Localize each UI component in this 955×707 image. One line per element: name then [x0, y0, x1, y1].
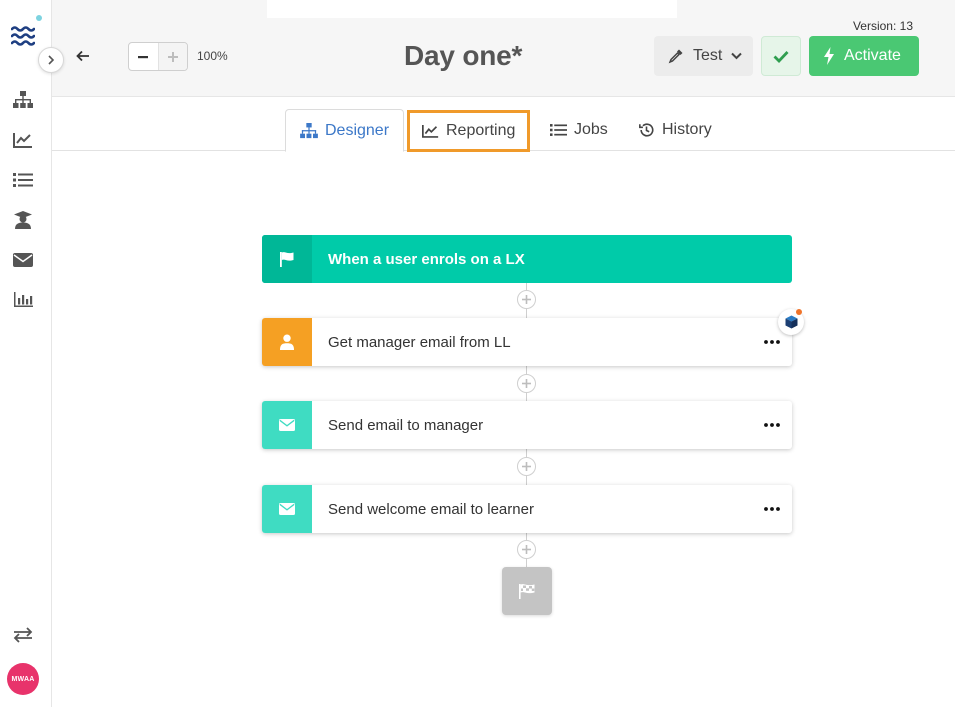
minus-icon: [138, 55, 149, 58]
envelope-icon: [13, 253, 33, 267]
eyedropper-icon: [668, 49, 683, 64]
graduate-icon: [14, 211, 32, 229]
tab-history[interactable]: History: [638, 109, 712, 151]
add-step-button[interactable]: [517, 290, 536, 309]
tab-designer[interactable]: Designer: [285, 109, 405, 152]
chart-line-icon: [13, 133, 32, 148]
step-node-icon-box: [262, 401, 312, 449]
plus-icon: [522, 295, 531, 304]
more-horizontal-icon: [764, 507, 780, 511]
chevron-right-icon: [48, 55, 55, 65]
arrow-left-icon: [76, 50, 89, 62]
more-horizontal-icon: [764, 340, 780, 344]
plus-icon: [522, 545, 531, 554]
badge-alert-dot: [796, 309, 802, 315]
end-node[interactable]: [502, 567, 552, 615]
envelope-icon: [279, 503, 295, 515]
step-node-label: Get manager email from LL: [328, 333, 511, 351]
activate-button[interactable]: Activate: [809, 36, 919, 76]
left-sidebar: MWAA: [0, 0, 64, 707]
step-node[interactable]: Send welcome email to learner: [262, 485, 792, 533]
avatar[interactable]: MWAA: [7, 663, 39, 695]
sitemap-icon: [300, 122, 318, 138]
header-bar: 100% Day one* Version: 13 Test Activate: [52, 0, 955, 97]
switch-button[interactable]: [12, 624, 34, 646]
test-button[interactable]: Test: [654, 36, 753, 76]
bolt-icon: [824, 47, 834, 65]
exchange-icon: [13, 627, 33, 643]
tab-history-label: History: [662, 121, 712, 138]
history-icon: [639, 123, 654, 137]
version-label: Version: 13: [852, 19, 913, 33]
checkered-flag-icon: [519, 584, 535, 599]
plus-icon: [522, 379, 531, 388]
zoom-in-button[interactable]: [157, 43, 187, 70]
add-step-button[interactable]: [517, 540, 536, 559]
tab-jobs[interactable]: Jobs: [550, 109, 608, 151]
tab-designer-label: Designer: [325, 121, 390, 139]
envelope-icon: [279, 419, 295, 431]
chevron-down-icon: [731, 52, 743, 60]
step-node-label: Send welcome email to learner: [328, 500, 534, 518]
step-node[interactable]: Send email to manager: [262, 401, 792, 449]
validate-button[interactable]: [761, 36, 801, 76]
notification-dot: [36, 15, 42, 21]
more-horizontal-icon: [764, 423, 780, 427]
zoom-level: 100%: [197, 49, 228, 63]
list-icon: [13, 173, 33, 187]
step-node-icon-box: [262, 318, 312, 366]
user-icon: [280, 334, 294, 350]
plus-icon: [167, 51, 178, 62]
waves-logo-icon[interactable]: [11, 24, 35, 48]
add-step-button[interactable]: [517, 374, 536, 393]
sidebar-item-analytics[interactable]: [12, 129, 34, 151]
sidebar-item-learners[interactable]: [12, 209, 34, 231]
step-node[interactable]: Get manager email from LL: [262, 318, 792, 366]
sidebar-item-messages[interactable]: [12, 249, 34, 271]
check-icon: [773, 50, 789, 63]
step-node-icon-box: [262, 485, 312, 533]
zoom-controls: [128, 42, 188, 71]
zoom-out-button[interactable]: [129, 43, 158, 70]
bar-chart-icon: [14, 292, 33, 307]
sidebar-expand-button[interactable]: [38, 47, 64, 73]
page-title[interactable]: Day one*: [404, 40, 522, 72]
flag-icon: [280, 252, 294, 267]
sidebar-item-workflows[interactable]: [12, 89, 34, 111]
tab-reporting[interactable]: Reporting: [407, 110, 531, 152]
app-root: MWAA 100% Day one* Version: 13 Test Acti…: [0, 0, 955, 707]
trigger-node-label: When a user enrols on a LX: [328, 250, 525, 268]
header-top-strip: [267, 0, 677, 18]
trigger-node[interactable]: When a user enrols on a LX: [262, 235, 792, 283]
tab-reporting-label: Reporting: [446, 122, 516, 139]
sitemap-icon: [13, 91, 33, 108]
plus-icon: [522, 462, 531, 471]
back-button[interactable]: [72, 45, 94, 67]
tab-bar: Designer Reporting Jobs History: [52, 97, 955, 152]
sidebar-item-reports[interactable]: [12, 289, 34, 311]
add-step-button[interactable]: [517, 457, 536, 476]
trigger-node-icon-box: [262, 235, 312, 283]
chart-line-icon: [422, 125, 439, 138]
sidebar-item-lists[interactable]: [12, 169, 34, 191]
step-options-button[interactable]: [752, 401, 792, 449]
activate-button-label: Activate: [844, 47, 901, 64]
workflow-canvas[interactable]: When a user enrols on a LX Get manager e…: [52, 152, 955, 707]
cube-icon: [785, 315, 797, 329]
list-icon: [550, 124, 567, 136]
tab-jobs-label: Jobs: [574, 121, 608, 138]
step-options-button[interactable]: [752, 485, 792, 533]
test-button-label: Test: [693, 47, 723, 64]
step-node-label: Send email to manager: [328, 416, 484, 434]
